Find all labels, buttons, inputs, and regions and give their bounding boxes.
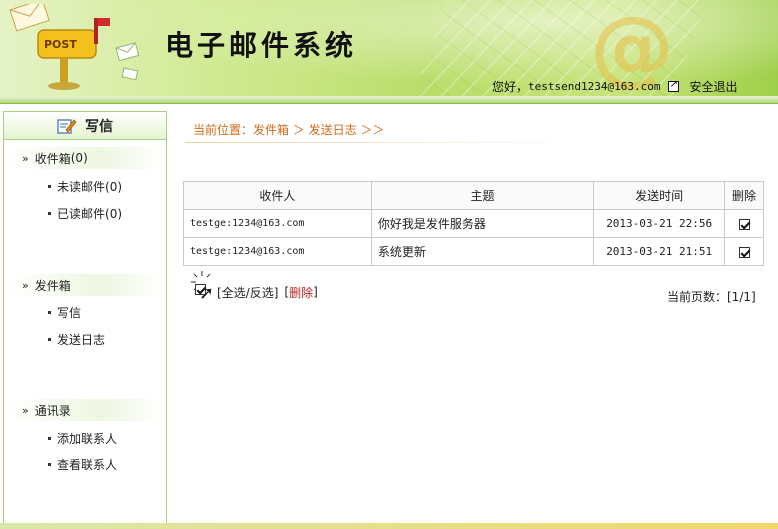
sidebar-inbox[interactable]: » 收件箱 (0)	[8, 147, 164, 169]
sidebar: 写信 » 收件箱 (0) 未读邮件 (0) 已读邮件 (0) » 发件箱 写信 …	[3, 111, 167, 524]
select-all-checkbox-wrap: ➚	[189, 271, 217, 304]
sidebar-inbox-label: 收件箱	[34, 151, 71, 166]
send-log-table: 收件人 主题 发送时间 删除 testge:1234@163.com 你好我是发…	[183, 181, 764, 266]
sidebar-item-label: 查看联系人	[57, 458, 118, 472]
sidebar-inbox-count: (0)	[70, 151, 88, 165]
select-all-link[interactable]: [全选/反选]	[217, 284, 278, 301]
table-header-row: 收件人 主题 发送时间 删除	[183, 181, 764, 210]
page-indicator: 当前页数：[1/1]	[667, 290, 756, 304]
bullet-icon	[48, 185, 51, 188]
sidebar-item-label: 已读邮件	[57, 207, 106, 221]
double-chevron-right-icon: »	[22, 278, 29, 292]
sidebar-item-label: 发送日志	[57, 333, 106, 347]
sidebar-item-compose[interactable]: 写信	[48, 304, 81, 321]
sidebar-item-label: 写信	[57, 306, 82, 320]
subject-cell[interactable]: 系统更新	[370, 237, 595, 266]
mailbox-logo: POST	[9, 4, 140, 90]
table-row[interactable]: testge:1234@163.com 系统更新 2013-03-21 21:5…	[183, 237, 764, 266]
time-cell: 2013-03-21 22:56	[593, 209, 726, 238]
sidebar-item-label: 未读邮件	[57, 180, 106, 194]
header-banner: @ POST 电子邮件系统 您好， testsend1234@163.com 安…	[0, 0, 778, 104]
recipient-cell: testge:1234@163.com	[183, 209, 372, 238]
table-row[interactable]: testge:1234@163.com 你好我是发件服务器 2013-03-21…	[183, 209, 764, 238]
sidebar-item-count: (0)	[105, 179, 123, 194]
delete-link[interactable]: 删除	[289, 284, 313, 301]
header-divider	[0, 96, 778, 104]
column-header-subject: 主题	[370, 181, 595, 210]
bullet-icon	[48, 311, 51, 314]
bullet-icon	[48, 338, 51, 341]
bullet-icon	[48, 463, 51, 466]
sidebar-item-label: 添加联系人	[57, 432, 118, 446]
sidebar-item-add-contact[interactable]: 添加联系人	[48, 430, 117, 447]
compose-label: 写信	[85, 118, 113, 135]
footer-bar	[0, 523, 778, 529]
sidebar-item-send-log[interactable]: 发送日志	[48, 331, 105, 348]
user-bar: 您好， testsend1234@163.com 安全退出	[492, 78, 737, 95]
delete-checkbox[interactable]	[738, 218, 750, 230]
greeting-text: 您好，	[492, 80, 529, 94]
svg-text:POST: POST	[44, 38, 77, 51]
sidebar-contacts[interactable]: » 通讯录	[8, 399, 164, 421]
delete-cell	[724, 209, 764, 238]
user-email: testsend1234@163.com	[528, 80, 661, 93]
double-chevron-right-icon: »	[22, 403, 29, 417]
sidebar-item-view-contacts[interactable]: 查看联系人	[48, 456, 117, 473]
delete-bracket-close: ]	[313, 285, 318, 299]
site-title: 电子邮件系统	[165, 29, 358, 62]
sidebar-outbox-label: 发件箱	[34, 278, 71, 293]
mouse-pointer-icon: ➚	[199, 283, 215, 304]
column-header-delete: 删除	[724, 181, 764, 210]
bullet-icon	[48, 212, 51, 215]
column-header-time: 发送时间	[593, 181, 726, 210]
bullet-icon	[48, 437, 51, 440]
external-link-icon[interactable]	[668, 79, 680, 92]
sidebar-item-unread[interactable]: 未读邮件 (0)	[48, 178, 122, 195]
double-chevron-right-icon: »	[22, 151, 29, 165]
compose-button[interactable]: 写信	[4, 112, 166, 140]
recipient-cell: testge:1234@163.com	[183, 237, 372, 266]
sidebar-outbox[interactable]: » 发件箱	[8, 274, 164, 296]
logout-link[interactable]: 安全退出	[689, 78, 737, 95]
sidebar-contacts-label: 通讯录	[34, 403, 71, 418]
delete-cell	[724, 237, 764, 266]
compose-pen-icon	[57, 118, 77, 134]
sidebar-item-count: (0)	[105, 206, 123, 221]
breadcrumb-divider	[185, 142, 585, 143]
bulk-actions: ➚ [全选/反选] [ 删除 ]	[189, 271, 318, 304]
time-cell: 2013-03-21 21:51	[593, 237, 726, 266]
subject-cell[interactable]: 你好我是发件服务器	[370, 209, 595, 238]
breadcrumb: 当前位置：发件箱 ＞ 发送日志 ＞＞	[193, 123, 385, 137]
sidebar-item-read[interactable]: 已读邮件 (0)	[48, 205, 122, 222]
column-header-recipient: 收件人	[183, 181, 372, 210]
delete-checkbox[interactable]	[738, 246, 750, 258]
